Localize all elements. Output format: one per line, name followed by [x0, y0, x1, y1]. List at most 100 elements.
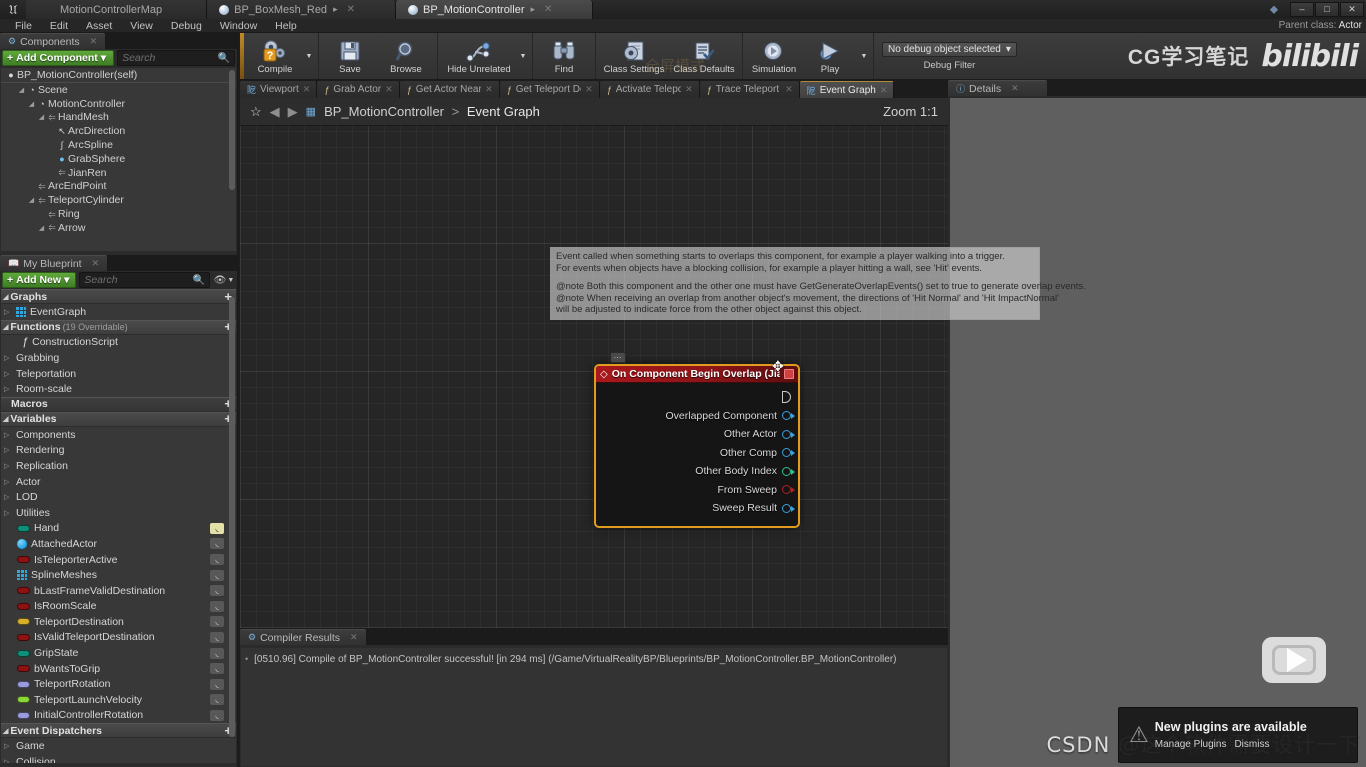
- visibility-options-button[interactable]: 👁 ▼: [213, 275, 235, 286]
- components-search-input[interactable]: Search 🔍: [117, 50, 235, 66]
- node-comment-handle-icon[interactable]: ⋯: [610, 352, 626, 363]
- menu-item-window[interactable]: Window: [211, 19, 266, 33]
- tab-details[interactable]: ⓘ Details ✕: [948, 80, 1047, 96]
- list-item-attachedactor[interactable]: AttachedActor ◟: [1, 536, 236, 552]
- tree-row-arcdirection[interactable]: ↖ ArcDirection: [1, 124, 236, 138]
- list-item-constructionscript[interactable]: ƒ ConstructionScript: [1, 335, 236, 351]
- object-pin-icon[interactable]: [782, 429, 795, 439]
- breadcrumb-root[interactable]: BP_MotionController: [324, 104, 444, 119]
- graph-tab-grab-actor[interactable]: ƒ Grab Actor ✕: [317, 81, 400, 98]
- list-item-teleportrotation[interactable]: TeleportRotation ◟: [1, 676, 236, 692]
- tree-row-ring[interactable]: ⥢ Ring: [1, 207, 236, 221]
- menu-item-debug[interactable]: Debug: [162, 19, 211, 33]
- variable-visibility-eye-icon[interactable]: ◟: [210, 709, 224, 721]
- list-item-rendering[interactable]: ▷ Rendering: [1, 443, 236, 459]
- close-icon[interactable]: ✕: [350, 632, 358, 643]
- play-dropdown-caret-icon[interactable]: ▼: [858, 33, 870, 79]
- close-icon[interactable]: ✕: [90, 36, 98, 47]
- list-item-game[interactable]: ▷ Game: [1, 738, 236, 754]
- tree-row-motioncontroller[interactable]: ◢ ◔ MotionController: [1, 97, 236, 111]
- list-item-isteleporteractive[interactable]: IsTeleporterActive ◟: [1, 552, 236, 568]
- graph-tab-get-actor-near-h[interactable]: ƒGet Actor Near H✕: [399, 81, 500, 98]
- variable-visibility-eye-icon[interactable]: ◟: [210, 647, 224, 659]
- close-icon[interactable]: ✕: [685, 84, 693, 95]
- close-icon[interactable]: ✕: [544, 4, 552, 15]
- variable-visibility-eye-icon[interactable]: ◟: [210, 554, 224, 566]
- close-icon[interactable]: ✕: [785, 84, 793, 95]
- tab-my-blueprint[interactable]: 📖 My Blueprint ✕: [0, 255, 108, 271]
- tree-row-teleportcylinder[interactable]: ◢ ⥢ TeleportCylinder: [1, 193, 236, 207]
- browse-button[interactable]: Browse: [378, 33, 434, 79]
- list-item-teleportlaunchvelocity[interactable]: TeleportLaunchVelocity ◟: [1, 692, 236, 708]
- delegate-badge-icon[interactable]: [784, 369, 794, 379]
- add-new-button[interactable]: + Add New ▾: [2, 272, 77, 288]
- parent-class-value[interactable]: Actor: [1339, 20, 1362, 31]
- hide-unrelated-dropdown-caret-icon[interactable]: ▼: [517, 33, 529, 79]
- close-icon[interactable]: ✕: [347, 4, 355, 15]
- compile-dropdown-caret-icon[interactable]: ▼: [303, 33, 315, 79]
- section-header-variables[interactable]: ◢Variables+: [1, 411, 236, 427]
- close-icon[interactable]: ✕: [1011, 83, 1019, 94]
- list-item-components[interactable]: ▷ Components: [1, 427, 236, 443]
- window-tab-motioncontrollermap[interactable]: MotionControllerMap: [26, 0, 208, 19]
- expand-arrow-icon[interactable]: ▷: [4, 446, 12, 454]
- expand-arrow-icon[interactable]: ▷: [4, 462, 12, 470]
- debug-object-select[interactable]: No debug object selected ▾: [882, 41, 1017, 57]
- list-item-collision[interactable]: ▷ Collision: [1, 754, 236, 763]
- list-item-splinemeshes[interactable]: SplineMeshes ◟: [1, 567, 236, 583]
- expand-arrow-icon[interactable]: ▷: [4, 354, 12, 362]
- compiler-result-row[interactable]: • [0510.96] Compile of BP_MotionControll…: [245, 654, 943, 665]
- list-item-actor[interactable]: ▷ Actor: [1, 474, 236, 490]
- section-header-event-dispatchers[interactable]: ◢Event Dispatchers+: [1, 723, 236, 739]
- menu-item-view[interactable]: View: [121, 19, 162, 33]
- tab-compiler-results[interactable]: ⚙ Compiler Results ✕: [240, 629, 366, 645]
- hide-unrelated-button[interactable]: Hide Unrelated: [441, 33, 517, 79]
- forward-arrow-icon[interactable]: ▶: [288, 104, 298, 120]
- tree-row-arcspline[interactable]: ∫ ArcSpline: [1, 138, 236, 152]
- event-graph-canvas[interactable]: BLUEPRINT ⋯ ✥ ◇ On Component Begin Overl…: [240, 126, 948, 628]
- object-pin-icon[interactable]: [782, 448, 795, 458]
- expand-arrow-icon[interactable]: ▷: [4, 308, 12, 316]
- variable-visibility-eye-icon[interactable]: ◟: [210, 585, 224, 597]
- list-item-initialcontrollerrotation[interactable]: InitialControllerRotation ◟: [1, 708, 236, 724]
- variable-visibility-eye-icon[interactable]: ◟: [210, 522, 224, 534]
- close-button[interactable]: ✕: [1340, 1, 1364, 17]
- expand-arrow-icon[interactable]: ◢: [17, 86, 26, 94]
- window-tab-bp-boxmesh-red[interactable]: BP_BoxMesh_Red ▸ ✕: [207, 0, 396, 19]
- node-pin-sweep-result[interactable]: Sweep Result: [596, 499, 798, 518]
- list-item-utilities[interactable]: ▷ Utilities: [1, 505, 236, 521]
- back-arrow-icon[interactable]: ◀: [270, 104, 280, 120]
- graph-tab-get-teleport-dest[interactable]: ƒGet Teleport Dest ✕: [499, 81, 600, 98]
- maximize-button[interactable]: □: [1315, 1, 1339, 17]
- favorite-star-icon[interactable]: ☆: [250, 104, 262, 120]
- tree-row-jianren[interactable]: ⥢ JianRen: [1, 166, 236, 180]
- graph-tab-trace-teleport-de[interactable]: ƒTrace Teleport De ✕: [699, 81, 800, 98]
- list-item-isroomscale[interactable]: IsRoomScale ◟: [1, 599, 236, 615]
- variable-visibility-eye-icon[interactable]: ◟: [210, 616, 224, 628]
- tree-row-arcendpoint[interactable]: ⥢ ArcEndPoint: [1, 180, 236, 194]
- expand-arrow-icon[interactable]: ◢: [27, 100, 36, 108]
- menu-item-help[interactable]: Help: [266, 19, 306, 33]
- bool-pin-icon[interactable]: [782, 485, 795, 495]
- variable-visibility-eye-icon[interactable]: ◟: [210, 678, 224, 690]
- section-header-macros[interactable]: Macros+: [1, 396, 236, 412]
- list-item-isvalidteleportdestination[interactable]: IsValidTeleportDestination ◟: [1, 630, 236, 646]
- node-on-component-begin-overlap[interactable]: ⋯ ✥ ◇ On Component Begin Overlap (JianRe…: [594, 352, 800, 528]
- components-tree-scrollbar[interactable]: [229, 70, 235, 190]
- variable-visibility-eye-icon[interactable]: ◟: [210, 694, 224, 706]
- tree-row-grabsphere[interactable]: ● GrabSphere: [1, 152, 236, 166]
- expand-arrow-icon[interactable]: ▷: [4, 509, 12, 517]
- object-pin-icon[interactable]: [782, 411, 795, 421]
- close-icon[interactable]: ✕: [585, 84, 593, 95]
- add-component-button[interactable]: + Add Component ▾: [2, 50, 115, 66]
- node-pin-other-comp[interactable]: Other Comp: [596, 444, 798, 463]
- find-button[interactable]: Find: [536, 33, 592, 79]
- play-button[interactable]: Play: [802, 33, 858, 79]
- expand-arrow-icon[interactable]: ◢: [27, 196, 36, 204]
- compile-button[interactable]: ? Compile: [247, 33, 303, 79]
- close-icon[interactable]: ✕: [303, 84, 311, 95]
- graph-tab-event-graph[interactable]: 阸 Event Graph ✕: [799, 81, 895, 98]
- manage-plugins-button[interactable]: Manage Plugins: [1155, 739, 1227, 750]
- expand-arrow-icon[interactable]: ▷: [4, 742, 12, 750]
- expand-arrow-icon[interactable]: ▷: [4, 431, 12, 439]
